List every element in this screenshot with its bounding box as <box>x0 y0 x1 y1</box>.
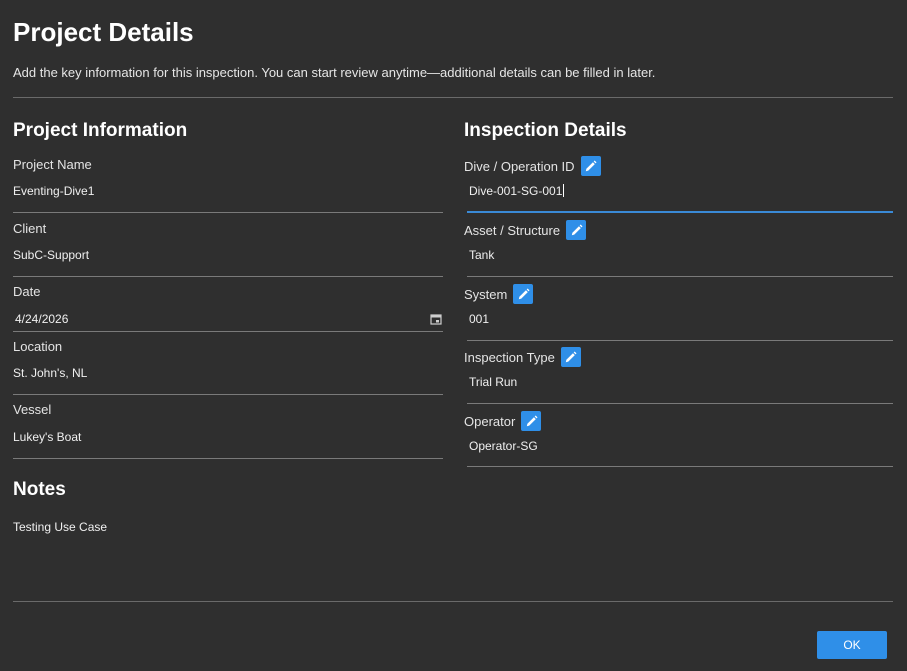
vessel-input[interactable]: Lukey's Boat <box>13 430 81 444</box>
dive-operation-id-underline <box>467 211 893 213</box>
inspection-type-label-text: Inspection Type <box>464 349 555 365</box>
system-label-text: System <box>464 286 508 302</box>
asset-structure-underline <box>467 276 893 277</box>
pencil-icon <box>566 351 577 362</box>
system-edit-button[interactable] <box>513 284 534 304</box>
project-information-heading: Project Information <box>13 120 188 141</box>
inspection-type-input[interactable]: Trial Run <box>469 375 517 389</box>
dive-operation-id-label-text: Dive / Operation ID <box>464 158 575 174</box>
header-divider <box>13 97 893 98</box>
date-input[interactable]: 4/24/2026 <box>15 312 68 326</box>
system-underline <box>467 340 893 341</box>
client-input[interactable]: SubC-Support <box>13 248 89 262</box>
project-details-dialog: Project Details Add the key information … <box>0 0 907 671</box>
client-label: Client <box>13 221 47 236</box>
operator-label-text: Operator <box>464 413 516 429</box>
inspection-type-label: Inspection Type <box>464 347 581 367</box>
dive-operation-id-input[interactable]: Dive-001-SG-001 <box>469 184 565 198</box>
operator-underline <box>467 466 893 467</box>
system-label: System <box>464 284 534 304</box>
vessel-underline <box>13 458 443 459</box>
text-caret <box>563 184 565 197</box>
inspection-details-heading: Inspection Details <box>464 120 627 141</box>
notes-textarea[interactable]: Testing Use Case <box>13 520 107 534</box>
dive-operation-id-edit-button[interactable] <box>580 156 601 176</box>
location-underline <box>13 394 443 395</box>
asset-structure-edit-button[interactable] <box>566 220 587 240</box>
pencil-icon <box>585 160 597 171</box>
project-name-label: Project Name <box>13 157 92 172</box>
pencil-icon <box>526 415 538 426</box>
operator-input[interactable]: Operator-SG <box>469 439 538 453</box>
footer-divider <box>13 601 893 602</box>
dive-operation-id-label: Dive / Operation ID <box>464 156 601 176</box>
dive-operation-id-value: Dive-001-SG-001 <box>469 184 563 198</box>
inspection-type-underline <box>467 403 893 404</box>
operator-label: Operator <box>464 411 542 431</box>
pencil-icon <box>571 224 583 235</box>
project-name-underline <box>13 212 443 213</box>
location-input[interactable]: St. John's, NL <box>13 366 87 380</box>
calendar-icon[interactable] <box>430 313 442 325</box>
inspection-type-edit-button[interactable] <box>560 347 581 367</box>
project-name-input[interactable]: Eventing-Dive1 <box>13 184 94 198</box>
vessel-label: Vessel <box>13 402 52 417</box>
asset-structure-input[interactable]: Tank <box>469 248 494 262</box>
asset-structure-label-text: Asset / Structure <box>464 222 561 238</box>
operator-edit-button[interactable] <box>521 411 542 431</box>
date-label: Date <box>13 284 41 299</box>
asset-structure-label: Asset / Structure <box>464 220 587 240</box>
system-input[interactable]: 001 <box>469 312 489 326</box>
dialog-subtitle: Add the key information for this inspect… <box>13 65 656 80</box>
dialog-title: Project Details <box>13 17 194 47</box>
date-underline <box>13 331 443 332</box>
ok-button[interactable]: OK <box>817 631 887 659</box>
location-label: Location <box>13 339 63 354</box>
client-underline <box>13 276 443 277</box>
pencil-icon <box>518 288 530 299</box>
notes-heading: Notes <box>13 479 66 500</box>
